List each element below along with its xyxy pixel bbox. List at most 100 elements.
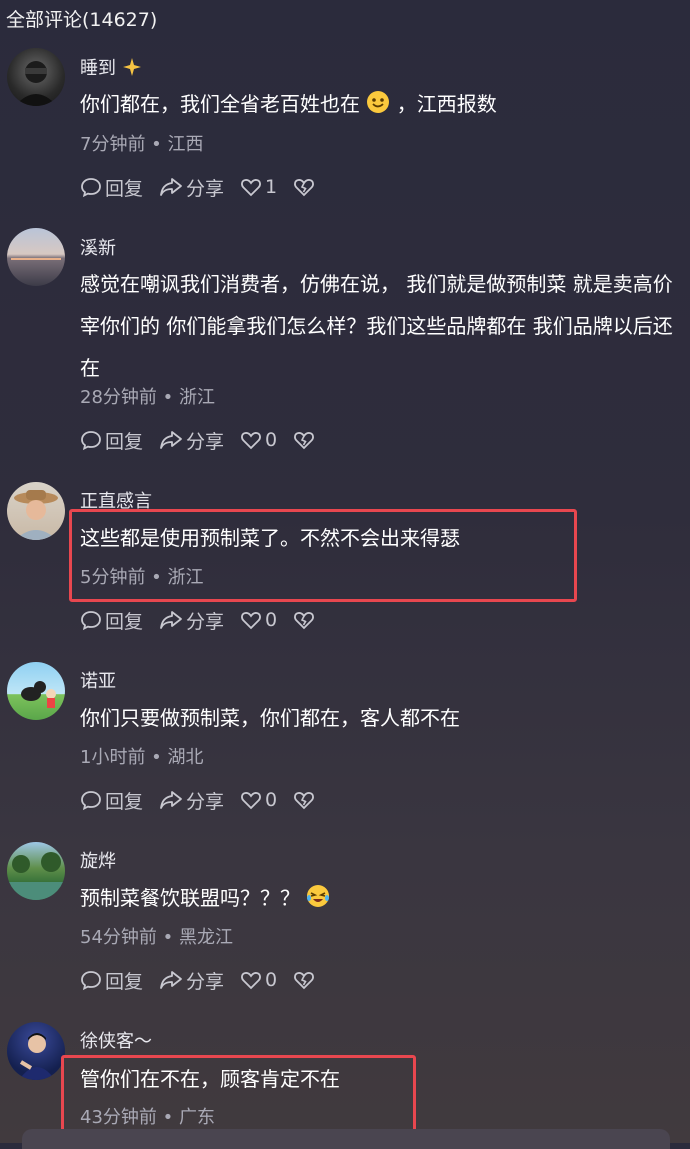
comment-text: 管你们在不在，顾客肯定不在	[80, 1067, 340, 1091]
dislike-button[interactable]	[293, 969, 318, 991]
comment-location: 浙江	[178, 387, 215, 408]
comment-text: 感觉在嘲讽我们消费者，仿佛在说， 我们就是做预制菜 就是卖高价宰你们的 你们能拿…	[80, 272, 673, 380]
dislike-button[interactable]	[293, 789, 318, 811]
reply-button[interactable]: 回复	[80, 967, 143, 994]
comment-location: 浙江	[167, 567, 204, 588]
share-label: 分享	[186, 430, 225, 453]
like-button[interactable]: 1	[240, 176, 277, 198]
broken-heart-icon	[294, 612, 315, 630]
avatar[interactable]	[7, 48, 65, 106]
reply-button[interactable]: 回复	[80, 174, 143, 201]
sparkle-icon	[122, 57, 142, 82]
comment-bubble-icon	[81, 791, 101, 811]
comment-meta: 1小时前 • 湖北	[80, 743, 204, 769]
comment-time: 7分钟前	[80, 134, 146, 155]
comment-meta: 28分钟前 • 浙江	[80, 383, 215, 409]
like-count: 0	[265, 969, 278, 991]
comment-time: 1小时前	[80, 747, 146, 768]
broken-heart-icon	[294, 792, 315, 810]
dislike-button[interactable]	[293, 609, 318, 631]
reply-label: 回复	[105, 430, 144, 453]
meta-separator: •	[156, 1107, 179, 1128]
share-label: 分享	[186, 790, 225, 813]
comment-text: 预制菜餐饮联盟吗？？？	[80, 877, 685, 922]
reply-label: 回复	[105, 177, 144, 200]
meta-separator: •	[145, 134, 168, 155]
comment-text: 你们只要做预制菜，你们都在，客人都不在	[80, 706, 460, 730]
comment-text-part: 你们都在，我们全省老百姓也在	[80, 92, 360, 116]
like-count: 1	[265, 176, 278, 198]
comment-bubble-icon	[81, 971, 101, 991]
reply-label: 回复	[105, 790, 144, 813]
avatar[interactable]	[7, 662, 65, 720]
comment-input-bar[interactable]	[22, 1129, 670, 1149]
comment-text: 你们都在，我们全省老百姓也在 ，江西报数	[80, 83, 685, 128]
like-count: 0	[265, 789, 278, 811]
comment-location: 广东	[178, 1107, 215, 1128]
dislike-button[interactable]	[293, 176, 318, 198]
comment-bubble-icon	[81, 178, 101, 198]
comment-actions: 回复 分享 0	[80, 966, 334, 994]
heart-icon	[241, 612, 261, 630]
comment-meta: 43分钟前 • 广东	[80, 1103, 215, 1129]
laughing-crying-emoji-icon	[306, 880, 330, 922]
avatar[interactable]	[7, 1022, 65, 1080]
comments-header: 全部评论(14627)	[6, 9, 158, 31]
reply-button[interactable]: 回复	[80, 607, 143, 634]
share-label: 分享	[186, 970, 225, 993]
avatar[interactable]	[7, 228, 65, 286]
share-button[interactable]: 分享	[159, 787, 224, 814]
like-button[interactable]: 0	[240, 969, 277, 991]
username[interactable]: 徐侠客～	[80, 1027, 152, 1053]
like-count: 0	[265, 429, 278, 451]
username[interactable]: 诺亚	[80, 667, 116, 693]
like-button[interactable]: 0	[240, 609, 277, 631]
heart-icon	[241, 972, 261, 990]
comment-meta: 5分钟前 • 浙江	[80, 563, 204, 589]
dislike-button[interactable]	[293, 429, 318, 451]
share-button[interactable]: 分享	[159, 967, 224, 994]
heart-icon	[241, 792, 261, 810]
comment-actions: 回复 分享 1	[80, 173, 334, 201]
comment-time: 5分钟前	[80, 567, 146, 588]
heart-icon	[241, 432, 261, 450]
meta-separator: •	[156, 387, 179, 408]
like-button[interactable]: 0	[240, 429, 277, 451]
comment-location: 湖北	[167, 747, 204, 768]
comment-location: 江西	[167, 134, 204, 155]
share-button[interactable]: 分享	[159, 607, 224, 634]
avatar[interactable]	[7, 482, 65, 540]
share-label: 分享	[186, 177, 225, 200]
meta-separator: •	[156, 927, 179, 948]
comment-time: 43分钟前	[80, 1107, 157, 1128]
meta-separator: •	[145, 567, 168, 588]
username-text: 睡到	[80, 58, 116, 79]
reply-label: 回复	[105, 970, 144, 993]
share-arrow-icon	[160, 971, 182, 989]
avatar[interactable]	[7, 842, 65, 900]
comment-bubble-icon	[81, 431, 101, 451]
share-arrow-icon	[160, 611, 182, 629]
reply-button[interactable]: 回复	[80, 427, 143, 454]
share-arrow-icon	[160, 791, 182, 809]
comment-text-part: 预制菜餐饮联盟吗？？？	[80, 886, 300, 910]
share-arrow-icon	[160, 178, 182, 196]
comment-bubble-icon	[81, 611, 101, 631]
smile-emoji-icon	[366, 86, 390, 128]
username[interactable]: 溪新	[80, 234, 116, 260]
username[interactable]: 睡到	[80, 54, 142, 82]
like-count: 0	[265, 609, 278, 631]
comment-actions: 回复 分享 0	[80, 426, 334, 454]
comment-meta: 7分钟前 • 江西	[80, 130, 204, 156]
share-button[interactable]: 分享	[159, 174, 224, 201]
like-button[interactable]: 0	[240, 789, 277, 811]
share-button[interactable]: 分享	[159, 427, 224, 454]
comment-text: 这些都是使用预制菜了。不然不会出来得瑟	[80, 526, 460, 550]
meta-separator: •	[145, 747, 168, 768]
username[interactable]: 旋烨	[80, 847, 116, 873]
comment-time: 54分钟前	[80, 927, 157, 948]
reply-button[interactable]: 回复	[80, 787, 143, 814]
comment-location: 黑龙江	[178, 927, 233, 948]
broken-heart-icon	[294, 972, 315, 990]
share-label: 分享	[186, 610, 225, 633]
